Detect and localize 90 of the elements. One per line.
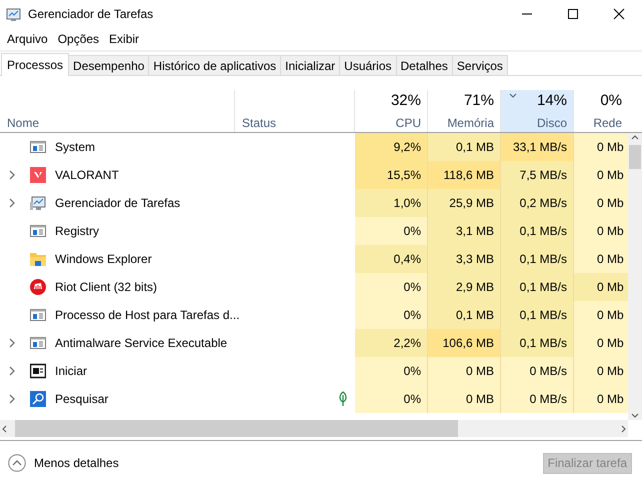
process-name: Processo de Host para Tarefas d... (55, 308, 240, 322)
table-cell: 0 MB (428, 357, 501, 385)
column-header[interactable]: 0% Rede (574, 90, 628, 132)
tab[interactable]: Serviços (452, 55, 508, 75)
table-cell: 0 MB/s (501, 385, 574, 413)
table-cell: 0 Mb (574, 329, 628, 357)
table-cell: 0 Mb (574, 385, 628, 413)
table-cell: 0 Mb (574, 273, 628, 301)
window-icon (30, 363, 46, 379)
table-cell: 0,1 MB (428, 133, 501, 161)
folder-icon (30, 251, 46, 267)
close-icon (613, 8, 625, 20)
window-icon (30, 139, 46, 155)
table-cell: 0 Mb (574, 357, 628, 385)
table-cell: 0,1 MB/s (501, 217, 574, 245)
fist-icon (30, 279, 46, 295)
table-cell: 0% (355, 357, 428, 385)
table-cell: 2,9 MB (428, 273, 501, 301)
window-icon (30, 335, 46, 351)
menu-item[interactable]: Arquivo (2, 32, 53, 46)
window-icon (30, 307, 46, 323)
table-cell: 106,6 MB (428, 329, 501, 357)
process-name: Gerenciador de Tarefas (55, 196, 180, 210)
column-header[interactable]: Status (235, 90, 355, 132)
tab[interactable]: Detalhes (396, 55, 453, 75)
table-cell: 2,2% (355, 329, 428, 357)
less-details-toggle[interactable]: Menos detalhes (8, 454, 119, 472)
table-cell: 0,1 MB (428, 301, 501, 329)
table-cell: 0% (355, 385, 428, 413)
menu-item[interactable]: Opções (52, 32, 104, 46)
table-cell: 0,1 MB/s (501, 329, 574, 357)
table-cell: 0,2 MB/s (501, 189, 574, 217)
maximize-icon (567, 8, 579, 20)
process-name: Iniciar (55, 364, 88, 378)
tab[interactable]: Inicializar (280, 55, 340, 75)
table-cell: 0% (355, 217, 428, 245)
process-name: Antimalware Service Executable (55, 336, 228, 350)
scrollbar-thumb[interactable] (629, 145, 641, 169)
table-cell: 0,4% (355, 245, 428, 273)
table-cell: 0,1 MB/s (501, 301, 574, 329)
horizontal-scrollbar[interactable] (0, 420, 628, 437)
menu-item[interactable]: Exibir (104, 32, 144, 46)
scroll-up-icon (630, 133, 640, 142)
search-icon (30, 391, 46, 407)
table-cell: 0 Mb (574, 189, 628, 217)
monitor-icon (30, 195, 46, 211)
table-cell: 0% (355, 301, 428, 329)
table-cell: 1,0% (355, 189, 428, 217)
process-name: Pesquisar (55, 392, 108, 406)
table-cell: 33,1 MB/s (501, 133, 574, 161)
tab[interactable]: Desempenho (68, 55, 150, 75)
process-name: Windows Explorer (55, 252, 152, 266)
column-header[interactable]: 32% CPU (355, 90, 428, 132)
vertical-scrollbar[interactable] (628, 133, 642, 420)
table-cell: 0,1 MB/s (501, 273, 574, 301)
table-cell: 0 Mb (574, 133, 628, 161)
table-cell: 3,1 MB (428, 217, 501, 245)
column-header[interactable]: 14% Disco (501, 90, 574, 132)
table-cell: 15,5% (355, 161, 428, 189)
process-name: Registry (55, 224, 100, 238)
game-logo-icon (30, 167, 46, 183)
table-cell: 0 MB (428, 385, 501, 413)
table-cell: 0 Mb (574, 217, 628, 245)
table-cell: 0% (355, 273, 428, 301)
tab[interactable]: Processos (1, 53, 70, 76)
table-cell: 0 Mb (574, 245, 628, 273)
scroll-right-icon (619, 424, 628, 434)
process-name: VALORANT (55, 168, 119, 182)
process-name: Riot Client (32 bits) (55, 280, 158, 294)
sort-caret-icon (509, 93, 517, 98)
window-icon (30, 223, 46, 239)
table-cell: 25,9 MB (428, 189, 501, 217)
process-name: System (55, 140, 96, 154)
table-cell: 0,1 MB/s (501, 245, 574, 273)
table-cell: 118,6 MB (428, 161, 501, 189)
table-cell: 9,2% (355, 133, 428, 161)
scroll-left-icon (0, 424, 9, 434)
monitor-icon (6, 6, 22, 22)
chevron-up-icon (8, 454, 26, 472)
table-cell: 7,5 MB/s (501, 161, 574, 189)
column-header[interactable]: Nome (0, 90, 235, 132)
tab[interactable]: Histórico de aplicativos (148, 55, 282, 75)
scroll-down-icon (630, 411, 640, 420)
table-cell: 0 Mb (574, 301, 628, 329)
window-title: Gerenciador de Tarefas (28, 7, 154, 21)
table-cell: 3,3 MB (428, 245, 501, 273)
tab[interactable]: Usuários (339, 55, 397, 75)
scrollbar-thumb[interactable] (15, 420, 458, 437)
table-cell: 0 Mb (574, 161, 628, 189)
table-cell: 0 MB/s (501, 357, 574, 385)
